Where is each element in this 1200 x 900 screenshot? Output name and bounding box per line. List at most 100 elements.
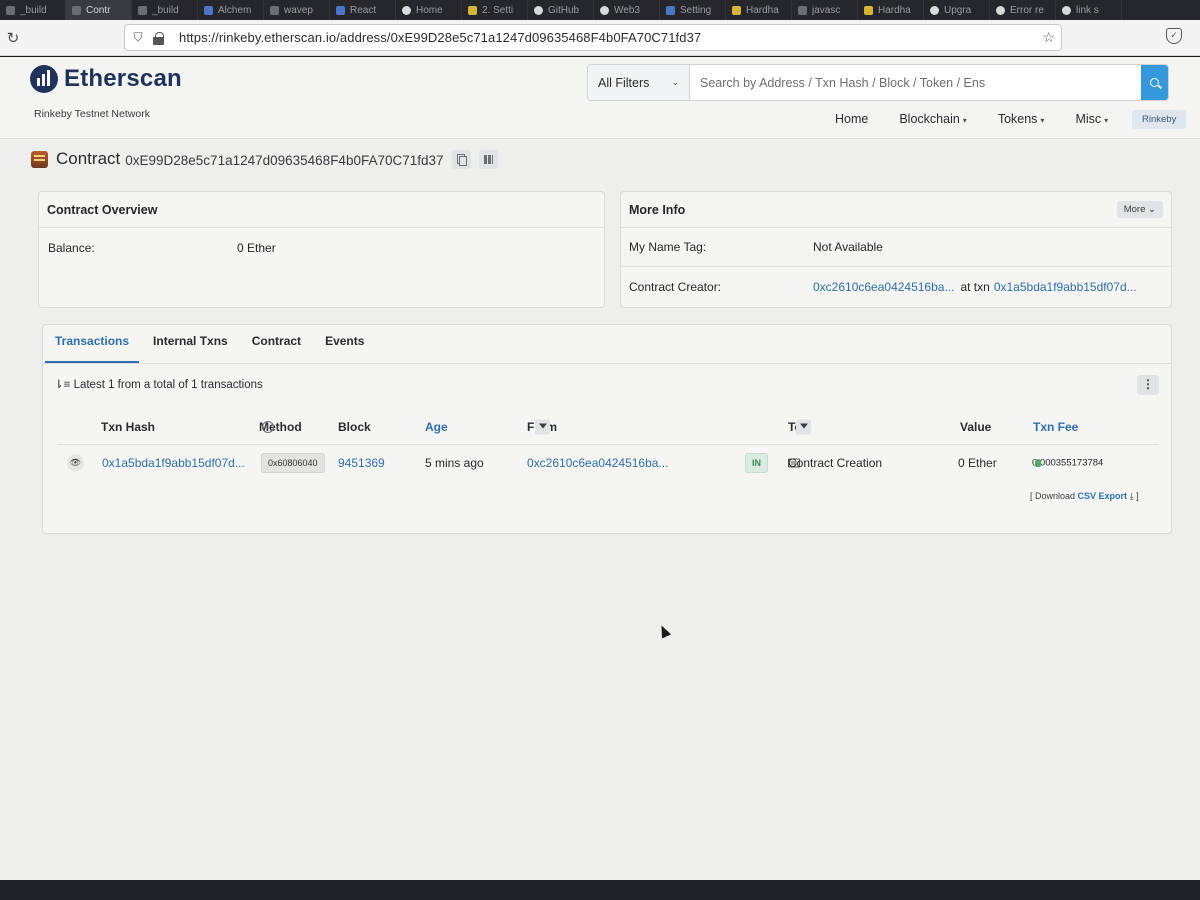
- browser-tab[interactable]: Hardha: [858, 0, 924, 20]
- tab-internal-txns[interactable]: Internal Txns: [143, 334, 238, 363]
- col-txn-hash: Txn Hash: [101, 419, 156, 434]
- from-address-link[interactable]: 0xc2610c6ea0424516ba...: [527, 456, 668, 470]
- contract-overview-title: Contract Overview: [39, 192, 604, 228]
- browser-tab-label: Alchem: [218, 4, 252, 16]
- tab-favicon-icon: [6, 5, 15, 15]
- method-badge: 0x60806040: [261, 453, 325, 473]
- transactions-tabs: Transactions Internal Txns Contract Even…: [43, 325, 1171, 364]
- search-button[interactable]: [1141, 65, 1168, 100]
- browser-tab-label: 2. Setti: [482, 4, 514, 16]
- browser-tab[interactable]: Error re: [990, 0, 1056, 20]
- tab-events[interactable]: Events: [315, 334, 374, 363]
- info-icon[interactable]: i: [262, 420, 274, 433]
- csv-prefix: [ Download: [1030, 491, 1076, 501]
- browser-tab-label: Setting: [680, 4, 712, 16]
- direction-badge: IN: [745, 453, 768, 473]
- browser-tab-label: Home: [416, 4, 443, 16]
- bookmark-star-icon[interactable]: ☆: [1042, 29, 1055, 46]
- txn-hash-link[interactable]: 0x1a5bda1f9abb15df07d...: [102, 456, 245, 470]
- shield-icon[interactable]: ⛉: [125, 30, 151, 45]
- browser-tab-label: Hardha: [878, 4, 911, 16]
- more-options-icon[interactable]: ⋮: [1137, 375, 1159, 395]
- creator-txn-link[interactable]: 0x1a5bda1f9abb15df07d...: [994, 280, 1137, 294]
- browser-tab[interactable]: Home: [396, 0, 462, 20]
- tab-favicon-icon: [468, 5, 477, 15]
- col-age[interactable]: Age: [425, 420, 448, 434]
- pocket-icon[interactable]: ✓: [1166, 28, 1182, 44]
- tab-favicon-icon: [336, 5, 345, 15]
- col-txn-fee[interactable]: Txn Fee: [1033, 420, 1078, 434]
- menu-tokens[interactable]: Tokens ▾: [998, 112, 1045, 126]
- tab-favicon-icon: [72, 5, 81, 15]
- site-header: Etherscan Rinkeby Testnet Network All Fi…: [0, 57, 1200, 139]
- menu-blockchain[interactable]: Blockchain ▾: [899, 112, 966, 126]
- more-button-label: More: [1123, 204, 1146, 215]
- tab-favicon-icon: [270, 5, 279, 15]
- browser-tab[interactable]: _build: [0, 0, 66, 20]
- contract-creator-row: Contract Creator: 0xc2610c6ea0424516ba..…: [621, 267, 1171, 306]
- browser-tab[interactable]: link s: [1056, 0, 1122, 20]
- sort-icon: ⇂≡: [54, 379, 71, 391]
- filter-icon[interactable]: [796, 419, 811, 434]
- browser-tab-label: _build: [152, 4, 179, 16]
- browser-tab[interactable]: Upgra: [924, 0, 990, 20]
- filter-icon[interactable]: [535, 419, 550, 434]
- browser-tab[interactable]: GitHub: [528, 0, 594, 20]
- screen-bezel: [0, 880, 1200, 900]
- browser-tab[interactable]: Alchem: [198, 0, 264, 20]
- search-input[interactable]: [690, 65, 1141, 100]
- url-text[interactable]: https://rinkeby.etherscan.io/address/0xE…: [179, 30, 701, 45]
- tab-favicon-icon: [666, 5, 675, 15]
- browser-tab-label: Contr: [86, 4, 111, 16]
- tab-favicon-icon: [402, 5, 411, 15]
- reload-icon[interactable]: ↻: [2, 29, 24, 47]
- browser-tab[interactable]: _build: [132, 0, 198, 20]
- address-bar[interactable]: ⛉ https://rinkeby.etherscan.io/address/0…: [124, 24, 1062, 51]
- more-info-card: More Info More ⌄ My Name Tag: Not Availa…: [620, 191, 1172, 308]
- browser-tab[interactable]: Contr: [66, 0, 132, 20]
- network-badge[interactable]: Rinkeby: [1132, 110, 1187, 129]
- browser-tab[interactable]: React: [330, 0, 396, 20]
- chevron-down-icon: ▾: [1040, 116, 1045, 125]
- tab-favicon-icon: [732, 5, 741, 15]
- tab-contract[interactable]: Contract: [242, 334, 311, 363]
- csv-export: [ Download CSV Export ⤓ ]: [1030, 491, 1139, 502]
- browser-tab[interactable]: Web3: [594, 0, 660, 20]
- browser-tab[interactable]: wavep: [264, 0, 330, 20]
- transactions-summary-text: Latest 1 from a total of 1 transactions: [73, 379, 263, 391]
- browser-tab[interactable]: 2. Setti: [462, 0, 528, 20]
- copy-icon[interactable]: [451, 149, 471, 169]
- search-filter-label: All Filters: [598, 75, 650, 90]
- etherscan-logo[interactable]: Etherscan: [30, 65, 182, 93]
- col-value: Value: [960, 419, 992, 434]
- name-tag-value: Not Available: [813, 240, 883, 254]
- age-value: 5 mins ago: [425, 456, 484, 470]
- browser-tab-strip: _build Contr _build Alchem wavep React Home 2. …: [0, 0, 1200, 20]
- menu-misc[interactable]: Misc ▾: [1075, 112, 1108, 126]
- browser-tab[interactable]: Setting: [660, 0, 726, 20]
- browser-tab[interactable]: javasc: [792, 0, 858, 20]
- browser-tab-label: React: [350, 4, 377, 16]
- gas-icon: [1035, 459, 1041, 467]
- menu-home[interactable]: Home: [835, 112, 868, 126]
- name-tag-row: My Name Tag: Not Available: [621, 228, 1171, 267]
- balance-label: Balance:: [48, 240, 95, 255]
- creator-address-link[interactable]: 0xc2610c6ea0424516ba...: [813, 280, 954, 294]
- lock-icon[interactable]: [151, 31, 169, 45]
- tab-transactions[interactable]: Transactions: [45, 334, 140, 363]
- download-icon[interactable]: ⤓: [1130, 491, 1134, 501]
- tab-favicon-icon: [204, 5, 213, 15]
- table-row: 👁 0x1a5bda1f9abb15df07d... 0x60806040 94…: [57, 445, 1159, 481]
- browser-tab[interactable]: Hardha: [726, 0, 792, 20]
- browser-tab-label: GitHub: [548, 4, 580, 16]
- to-contract-creation: Contract Creation: [788, 456, 883, 470]
- chevron-down-icon: ⌄: [1148, 204, 1156, 215]
- chevron-down-icon: ▾: [962, 116, 967, 125]
- block-link[interactable]: 9451369: [338, 456, 385, 470]
- etherscan-logo-icon: [30, 65, 58, 93]
- qr-code-icon[interactable]: [478, 149, 498, 169]
- csv-export-link[interactable]: CSV Export: [1078, 491, 1128, 501]
- search-filter-dropdown[interactable]: All Filters ⌄: [588, 65, 690, 100]
- eye-icon[interactable]: 👁: [67, 454, 84, 472]
- more-button[interactable]: More ⌄: [1116, 201, 1163, 218]
